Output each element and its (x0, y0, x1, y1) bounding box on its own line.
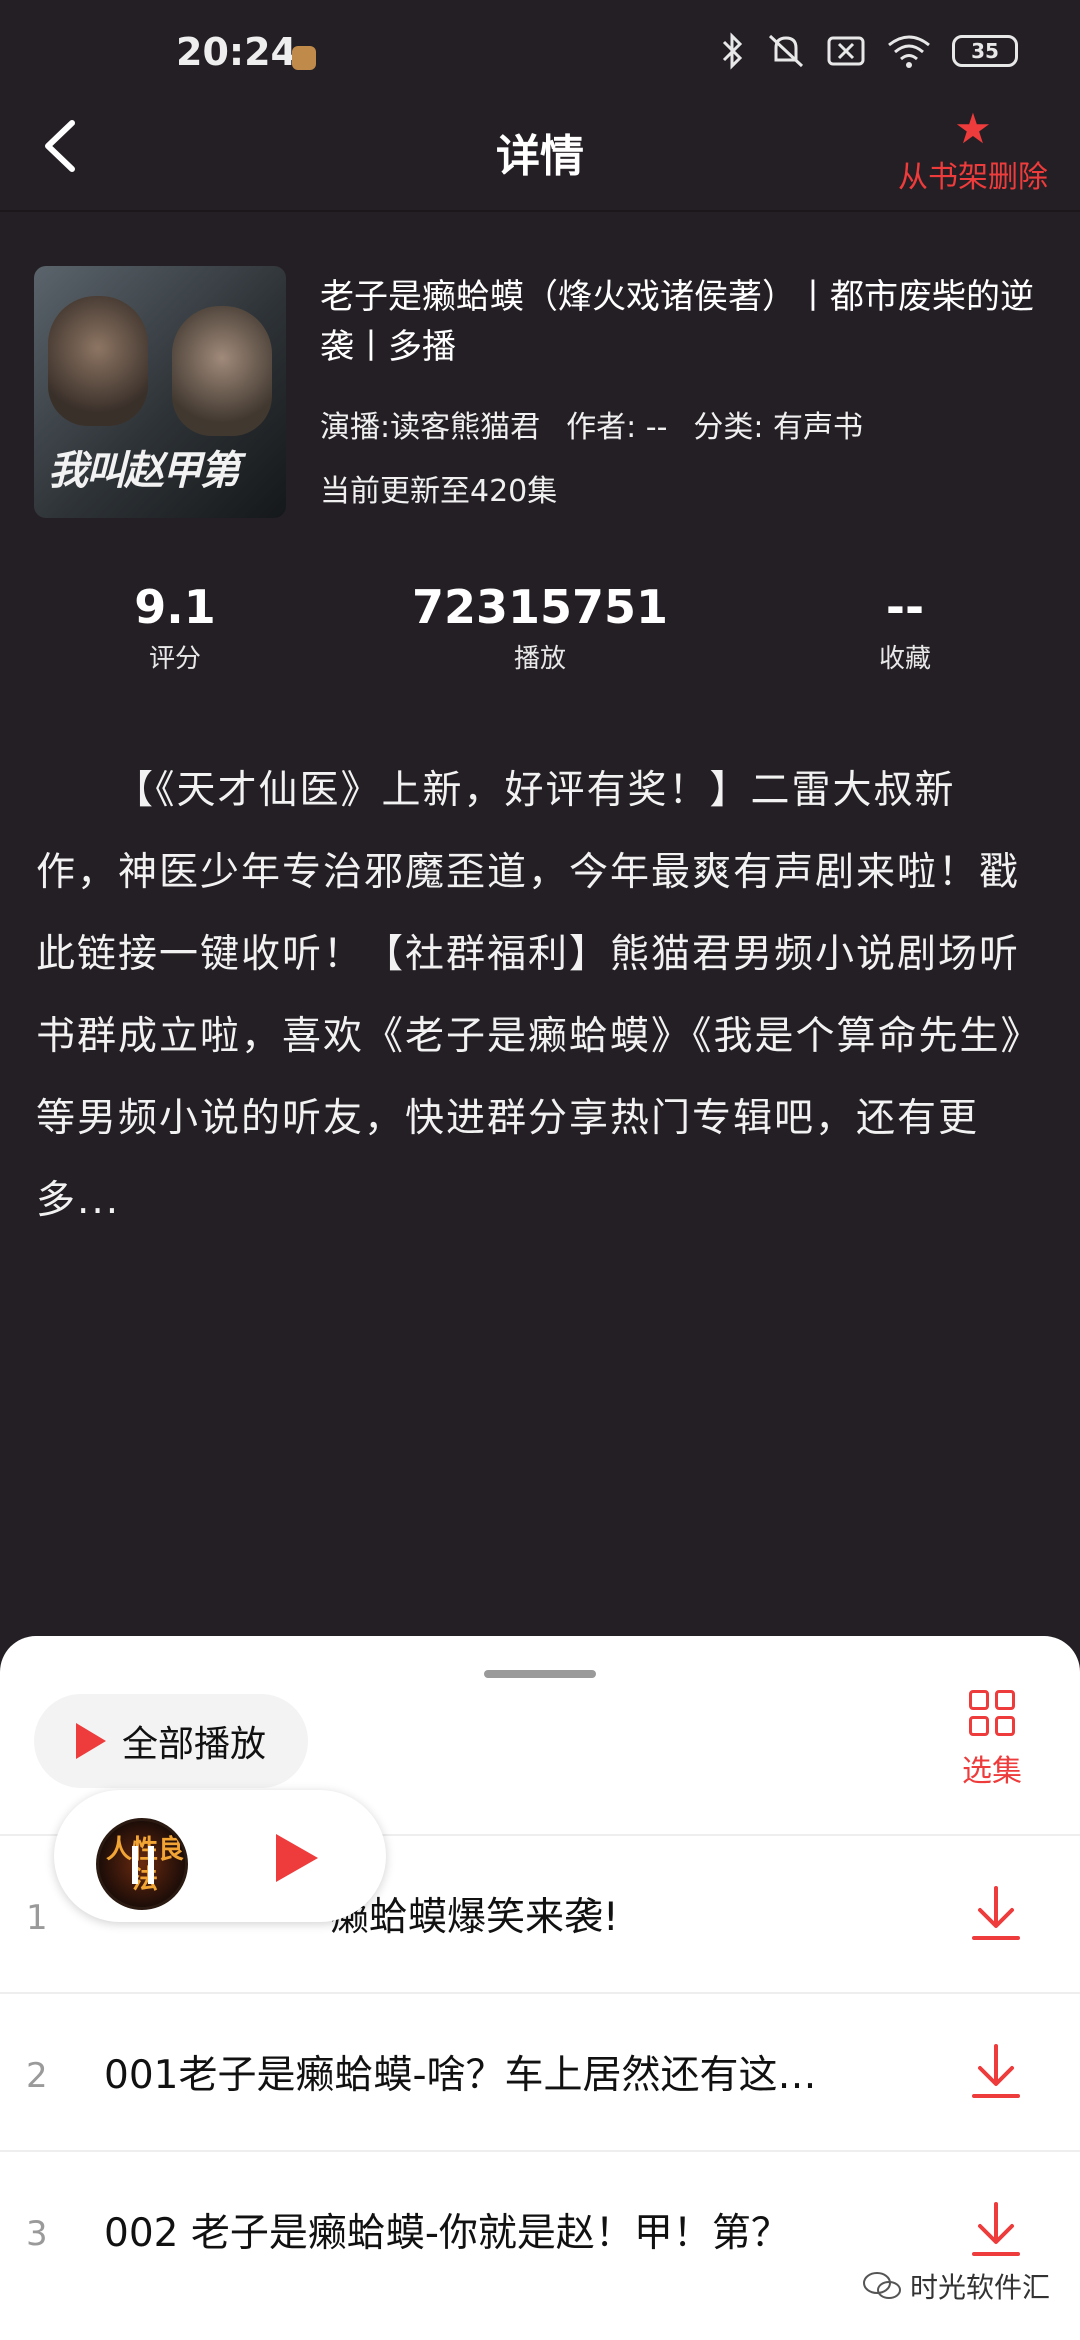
app-notification-icon (292, 46, 316, 70)
play-icon (76, 1723, 106, 1759)
book-description[interactable]: 【《天才仙医》上新，好评有奖！】二雷大叔新作，神医少年专治邪魔歪道，今年最爽有声… (36, 750, 1036, 1242)
rating-label: 评分 (148, 644, 201, 674)
download-icon[interactable] (968, 1884, 1024, 1944)
select-episodes-button[interactable]: 选集 (962, 1690, 1022, 1790)
wechat-icon (862, 2272, 901, 2299)
header-divider (0, 210, 1080, 212)
stat-rating: 9.1 评分 (120, 580, 230, 675)
cover-figure-right (172, 306, 272, 436)
pause-icon (132, 1846, 154, 1884)
episode-sheet: 全部播放 选集 1 癞蛤蟆爆笑来袭! 2 001老子是癞蛤蟆-啥？车上居然还有这… (0, 1636, 1080, 2340)
select-episodes-label: 选集 (962, 1754, 1022, 1789)
cover-title-art: 我叫赵甲第 (48, 447, 240, 494)
no-sim-icon (827, 36, 865, 66)
battery-icon: 35 (952, 35, 1018, 67)
cover-figure-left (48, 296, 148, 426)
status-icons: 35 (720, 32, 1018, 70)
mini-player[interactable]: 人性良法 (54, 1790, 386, 1922)
stat-plays: 72315751 播放 (400, 580, 680, 675)
plays-value: 72315751 (411, 580, 669, 634)
episode-title: 002 老子是癞蛤蟆-你就是赵！甲！第？ (104, 2211, 790, 2256)
episode-index: 1 (26, 1898, 48, 1938)
mini-play-button[interactable] (276, 1834, 318, 1882)
favorites-value: -- (885, 580, 925, 634)
download-icon[interactable] (968, 2042, 1024, 2102)
episode-title: 001老子是癞蛤蟆-啥？车上居然还有这… (104, 2053, 817, 2098)
book-category: 分类: 有声书 (693, 410, 864, 445)
play-all-button[interactable]: 全部播放 (34, 1694, 308, 1788)
favorites-label: 收藏 (878, 644, 931, 674)
bluetooth-icon (722, 32, 743, 70)
mute-icon (768, 34, 804, 68)
book-stats: 9.1 评分 72315751 播放 -- 收藏 (0, 580, 1080, 680)
header: 详情 ★ 从书架删除 (0, 90, 1080, 210)
book-meta: 演播:读客熊猫君 作者: -- 分类: 有声书 (320, 402, 863, 446)
book-author: 作者: -- (566, 410, 668, 445)
plays-label: 播放 (513, 644, 566, 674)
sheet-drag-handle[interactable] (484, 1670, 596, 1678)
watermark: 时光软件汇 (862, 2266, 1050, 2306)
play-all-label: 全部播放 (122, 1724, 267, 1765)
grid-icon (969, 1690, 1015, 1736)
book-title: 老子是癞蛤蟆（烽火戏诸侯著）丨都市废柴的逆袭丨多播 (320, 277, 1034, 367)
episode-row[interactable]: 2 001老子是癞蛤蟆-啥？车上居然还有这… (0, 1992, 1080, 2150)
wifi-icon (888, 35, 930, 68)
watermark-text: 时光软件汇 (909, 2271, 1050, 2304)
episode-index: 3 (26, 2214, 48, 2254)
book-update-status: 当前更新至420集 (320, 474, 558, 509)
status-time: 20:24 (176, 30, 297, 74)
download-icon[interactable] (968, 2200, 1024, 2260)
remove-from-shelf-label: 从书架删除 (898, 160, 1048, 195)
book-narrator: 演播:读客熊猫君 (320, 410, 541, 445)
stat-favorites: -- 收藏 (850, 580, 960, 675)
book-cover[interactable]: 我叫赵甲第 (34, 266, 286, 518)
star-icon: ★ (954, 104, 992, 153)
remove-from-shelf-button[interactable]: ★ 从书架删除 (898, 108, 1048, 196)
rating-value: 9.1 (134, 580, 216, 634)
episode-index: 2 (26, 2056, 48, 2096)
